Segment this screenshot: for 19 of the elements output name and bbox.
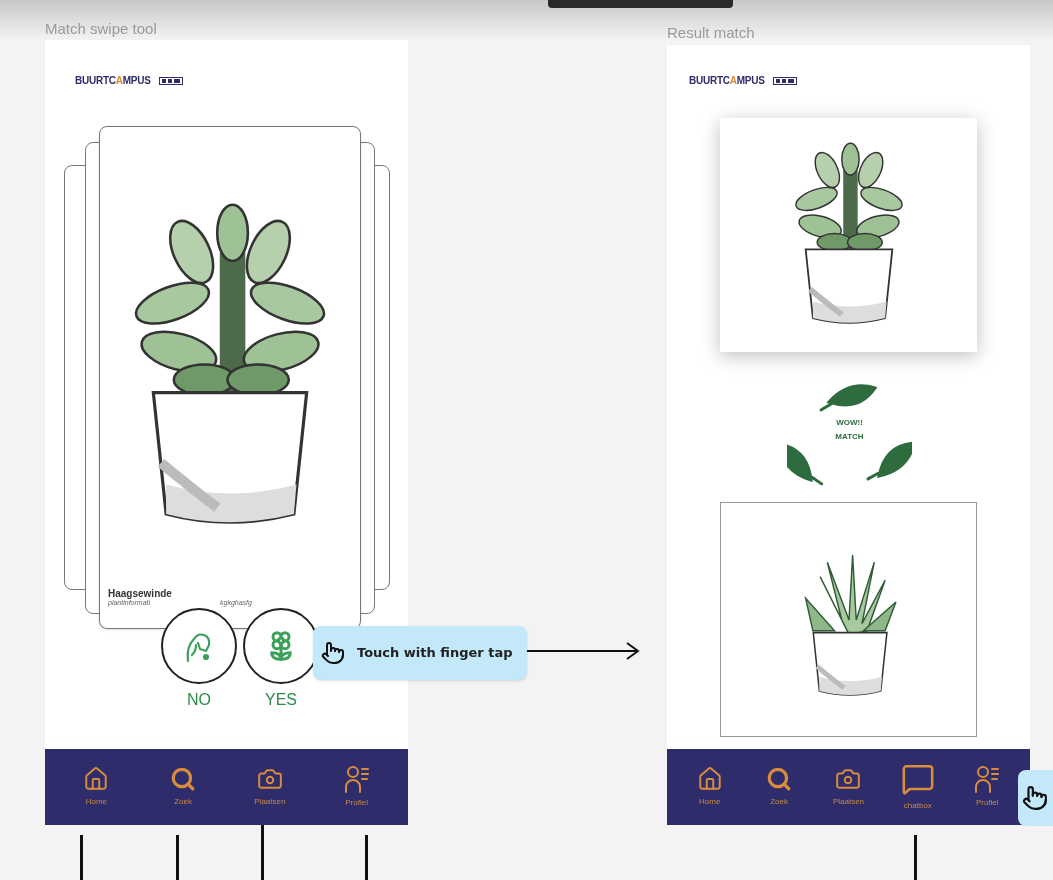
frame-title: Result match [667,23,755,43]
choice-label: YES [265,690,297,710]
logo-text: BUURTCAMPUS [75,74,151,88]
nav-item[interactable]: Plaatsen [239,766,300,808]
nav-item[interactable]: Home [679,766,740,808]
hint-text: Touch with finger tap [357,644,513,663]
frame-title: Match swipe tool [45,19,157,39]
choice-label: NO [187,690,211,710]
nav-item[interactable]: Profiel [326,765,387,809]
plant-name: Haagsewinde [108,589,173,599]
nav-item[interactable]: Zoek [153,766,214,808]
nav-item[interactable]: Profiel [957,765,1018,809]
nav-item[interactable]: Plaatsen [818,766,879,808]
match-text: MATCH [835,431,864,443]
match-text: WOW!! [836,417,863,429]
nav-item[interactable]: chatbox [887,762,948,812]
logo-text: BUURTCAMPUS [689,74,765,88]
nav-item[interactable]: Zoek [749,766,810,808]
nav-item[interactable]: Home [66,766,127,808]
